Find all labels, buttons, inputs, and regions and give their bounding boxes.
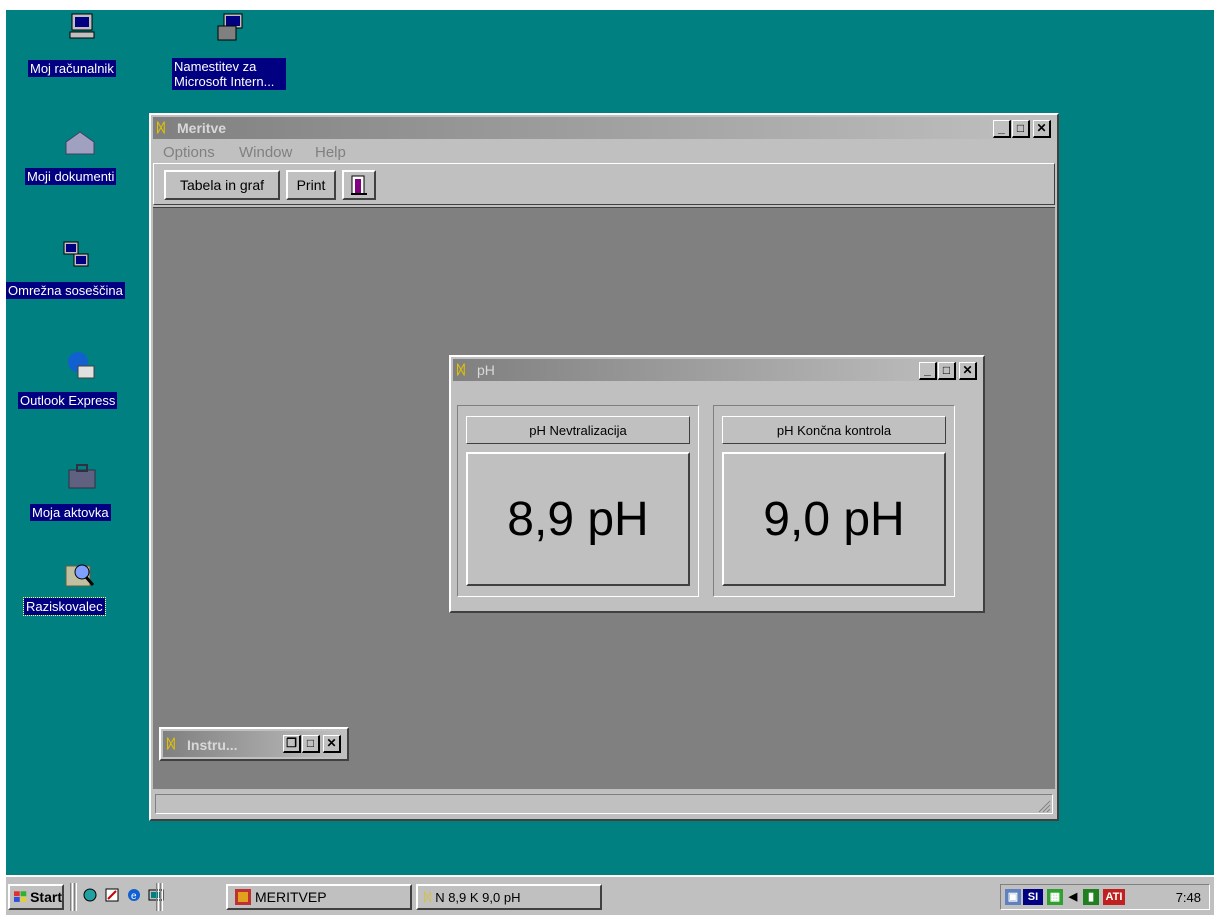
meritve-titlebar[interactable]: ᛞ Meritve _ □ ✕ [153, 117, 1055, 139]
start-button[interactable]: Start [8, 884, 64, 910]
network-status-icon[interactable]: ▣ [1005, 889, 1021, 905]
instru-titlebar[interactable]: ᛞ Instru... ❐ □ ✕ [163, 731, 345, 757]
desktop-icon-briefcase[interactable]: Moja aktovka [16, 460, 146, 530]
svg-text:e: e [131, 891, 137, 902]
desktop: Moj računalnik Namestitev za Microsoft I… [6, 10, 1214, 875]
desktop-icon-label: Moj računalnik [28, 60, 116, 77]
desktop-icon-label: Outlook Express [18, 392, 118, 409]
explorer-icon [65, 564, 95, 587]
windows-logo-icon [14, 891, 27, 902]
close-button[interactable]: ✕ [323, 735, 341, 753]
ph-panel-caption: pH Končna kontrola [722, 416, 946, 444]
desktop-icon-label: Namestitev za Microsoft Intern... [172, 58, 286, 90]
ph-window: ᛞ pH _ □ ✕ pH Nevtralizacija 8,9 pH pH K… [449, 355, 985, 613]
volume-icon[interactable]: ◀ [1065, 889, 1081, 905]
language-indicator[interactable]: SI [1023, 889, 1043, 905]
exit-door-icon [351, 175, 367, 195]
exit-button[interactable] [342, 170, 376, 200]
app-icon: ᛞ [157, 120, 165, 135]
ati-icon[interactable]: ATI [1103, 889, 1125, 905]
desktop-icon-label: Raziskovalec [23, 597, 106, 616]
desktop-icon-label: Omrežna soseščina [6, 282, 125, 299]
network-icon[interactable] [82, 887, 98, 903]
desktop-icon-label: Moja aktovka [30, 504, 111, 521]
app-icon: ᛞ [457, 362, 465, 377]
my-computer-icon [69, 13, 95, 39]
task-label: N 8,9 K 9,0 pH [435, 889, 521, 905]
ph-titlebar[interactable]: ᛞ pH _ □ ✕ [453, 359, 981, 381]
taskbar: Start e MERITVEP ᛞ N 8,9 K 9,0 pH ▣ SI ▦… [6, 875, 1214, 915]
meritve-icon: ᛞ [424, 890, 432, 904]
taskbar-separator [156, 883, 159, 911]
close-button[interactable]: ✕ [959, 362, 977, 380]
network-neighborhood-icon [63, 241, 89, 267]
menu-options[interactable]: Options [163, 144, 215, 161]
minimize-button[interactable]: _ [993, 120, 1011, 138]
setup-icon [217, 13, 243, 41]
monitor-icon[interactable]: ▮ [1083, 889, 1099, 905]
ph-panel-neutralization: pH Nevtralizacija 8,9 pH [457, 405, 699, 597]
ph-window-title: pH [477, 362, 495, 378]
menubar: Options Window Help [153, 141, 1055, 163]
maximize-button[interactable]: □ [302, 735, 320, 753]
menu-window[interactable]: Window [239, 144, 292, 161]
desktop-icon-my-documents[interactable]: Moji dokumenti [22, 128, 152, 198]
menu-help[interactable]: Help [315, 144, 346, 161]
ph-value-display: 9,0 pH [722, 452, 946, 586]
meritvep-icon [235, 889, 251, 905]
toolbar: Tabela in graf Print [153, 163, 1055, 205]
taskbar-separator [70, 883, 73, 911]
desktop-icon-ie-setup[interactable]: Namestitev za Microsoft Intern... [166, 12, 296, 102]
ph-value-display: 8,9 pH [466, 452, 690, 586]
task-meritvep[interactable]: MERITVEP [226, 884, 412, 910]
taskbar-separator [74, 883, 77, 911]
window-title: Meritve [177, 120, 227, 136]
instru-minimized-window[interactable]: ᛞ Instru... ❐ □ ✕ [159, 727, 349, 761]
outlook-express-icon [68, 352, 95, 379]
desktop-icon-label: Moji dokumenti [25, 168, 117, 185]
maximize-button[interactable]: □ [938, 362, 956, 380]
task-meritve[interactable]: ᛞ N 8,9 K 9,0 pH [416, 884, 602, 910]
task-scheduler-icon[interactable]: ▦ [1047, 889, 1063, 905]
my-documents-icon [65, 131, 95, 155]
maximize-button[interactable]: □ [1012, 120, 1030, 138]
restore-button[interactable]: ❐ [283, 735, 301, 753]
briefcase-icon [68, 464, 96, 489]
desktop-icon-explorer[interactable]: Raziskovalec [16, 558, 146, 628]
instru-window-title: Instru... [187, 737, 238, 753]
edit-icon[interactable] [104, 887, 120, 903]
ph-panel-caption: pH Nevtralizacija [466, 416, 690, 444]
quick-launch: e [82, 887, 164, 903]
task-label: MERITVEP [255, 889, 327, 905]
statusbar-pane [155, 794, 1053, 814]
desktop-icon-my-computer[interactable]: Moj računalnik [28, 12, 148, 82]
desktop-icon-outlook[interactable]: Outlook Express [16, 350, 146, 420]
close-button[interactable]: ✕ [1033, 120, 1051, 138]
system-tray: ▣ SI ▦ ◀ ▮ ATI 7:48 [1000, 884, 1210, 910]
statusbar [153, 791, 1055, 817]
app-icon: ᛞ [167, 736, 175, 751]
minimize-button[interactable]: _ [919, 362, 937, 380]
resize-grip-icon[interactable] [1037, 799, 1051, 813]
start-label: Start [30, 889, 62, 905]
clock[interactable]: 7:48 [1176, 890, 1201, 905]
mdi-client-area: ᛞ pH _ □ ✕ pH Nevtralizacija 8,9 pH pH K… [153, 207, 1055, 789]
taskbar-separator [160, 883, 163, 911]
meritve-window: ᛞ Meritve _ □ ✕ Options Window Help Tabe… [149, 113, 1059, 821]
ie-icon[interactable]: e [126, 887, 142, 903]
print-button[interactable]: Print [286, 170, 336, 200]
tabela-in-graf-button[interactable]: Tabela in graf [164, 170, 280, 200]
ph-panel-final-control: pH Končna kontrola 9,0 pH [713, 405, 955, 597]
